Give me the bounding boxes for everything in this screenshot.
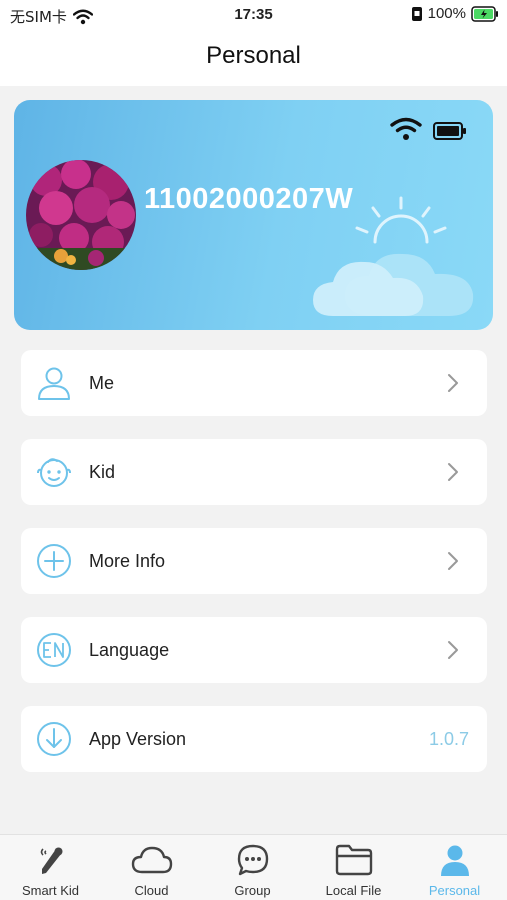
tab-group[interactable]: Group <box>202 835 303 900</box>
tab-smart-kid[interactable]: Smart Kid <box>0 835 101 900</box>
kid-face-icon <box>37 458 71 487</box>
menu-label: App Version <box>89 729 187 749</box>
person-filled-icon <box>440 845 469 876</box>
page-title: Personal <box>206 42 301 69</box>
menu-item-me[interactable]: Me <box>21 350 487 416</box>
chevron-right-icon <box>448 463 458 481</box>
battery-icon <box>433 122 466 140</box>
menu-item-language[interactable]: Language <box>21 617 487 683</box>
pen-icon <box>40 847 62 874</box>
menu-item-more-info[interactable]: More Info <box>21 528 487 594</box>
folder-icon <box>335 844 372 876</box>
lock-rotation-icon <box>411 6 422 21</box>
menu-label: Me <box>89 373 115 393</box>
battery-charging-icon <box>471 5 498 22</box>
tab-label: Local File <box>325 883 382 898</box>
cloud-icon <box>131 846 172 874</box>
tab-label: Smart Kid <box>21 883 80 898</box>
chevron-right-icon <box>448 552 458 570</box>
chat-icon <box>237 844 268 876</box>
avatar[interactable] <box>26 160 136 270</box>
person-icon <box>38 367 70 400</box>
download-circle-icon <box>37 722 71 756</box>
en-language-icon <box>37 633 71 667</box>
tab-bar: Smart Kid Cloud Group Local File Persona… <box>0 834 507 900</box>
tab-local-file[interactable]: Local File <box>303 835 404 900</box>
app-version-value: 1.0.7 <box>428 729 469 749</box>
device-card[interactable]: 11002000207W <box>14 100 493 330</box>
tab-label: Personal <box>428 883 481 898</box>
tab-label: Group <box>234 883 271 898</box>
menu-label: Kid <box>89 462 116 482</box>
menu-item-kid[interactable]: Kid <box>21 439 487 505</box>
status-right: 100% <box>411 5 499 22</box>
menu-item-app-version[interactable]: App Version 1.0.7 <box>21 706 487 772</box>
battery-percent: 100% <box>427 5 466 22</box>
tab-personal[interactable]: Personal <box>404 835 505 900</box>
chevron-right-icon <box>448 641 458 659</box>
sun-cloud-icon <box>313 196 474 316</box>
tab-cloud[interactable]: Cloud <box>101 835 202 900</box>
nav-bar: Personal <box>0 30 507 86</box>
tab-label: Cloud <box>134 883 169 898</box>
menu-label: More Info <box>89 551 166 571</box>
wifi-icon <box>390 117 422 140</box>
menu-label: Language <box>89 640 170 660</box>
status-bar: 无SIM卡 17:35 100% <box>0 0 507 30</box>
chevron-right-icon <box>448 374 458 392</box>
plus-circle-icon <box>37 544 71 578</box>
